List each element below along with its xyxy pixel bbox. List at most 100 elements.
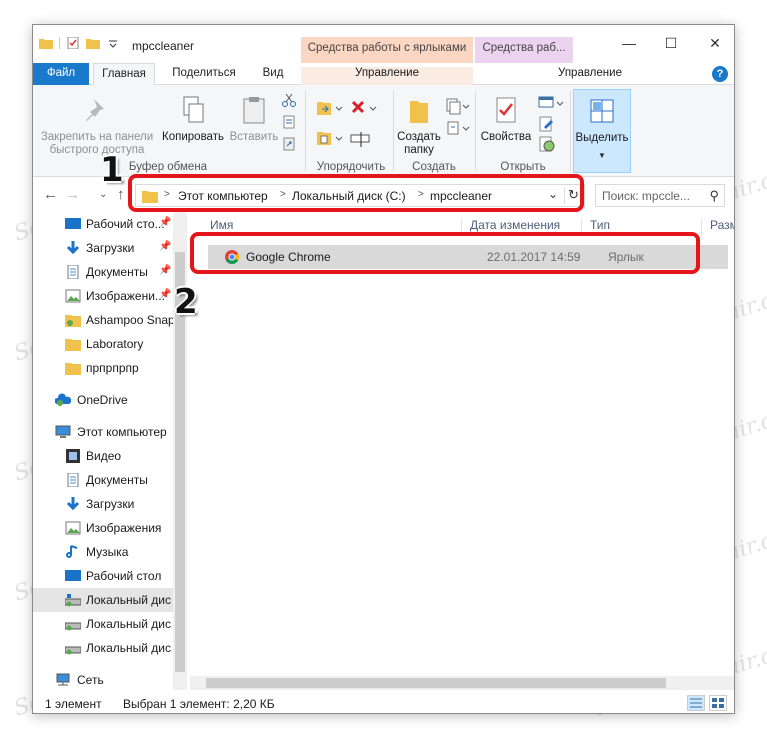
tab-file[interactable]: Файл	[33, 63, 89, 85]
nav-item-music[interactable]: Музыка	[33, 540, 173, 564]
downloads-icon	[66, 497, 80, 511]
nav-item-this-pc[interactable]: Этот компьютер	[33, 420, 173, 444]
forward-arrow-icon[interactable]: →	[65, 186, 80, 203]
nav-item-network[interactable]: Сеть	[33, 668, 173, 692]
new-folder-icon[interactable]	[86, 37, 100, 49]
nav-item-local-disk-c[interactable]: Локальный дис	[33, 588, 173, 612]
select-icon	[590, 99, 614, 123]
search-input[interactable]: Поиск: mpccle... ⚲	[595, 184, 725, 207]
nav-item-downloads[interactable]: Загрузки	[33, 492, 173, 516]
help-icon[interactable]: ?	[712, 66, 728, 82]
drive-icon	[65, 646, 81, 655]
nav-item-documents-pinned[interactable]: Документы 📌	[33, 260, 173, 284]
rename-icon[interactable]	[349, 129, 373, 147]
minimize-button[interactable]: —	[613, 35, 645, 55]
pin-icon[interactable]: 📌	[159, 289, 171, 300]
pin-icon[interactable]: 📌	[159, 265, 171, 276]
tab-manage-other[interactable]: Управление	[475, 67, 705, 79]
properties-icon[interactable]	[66, 37, 80, 49]
group-organize-label: Упорядочить	[316, 161, 386, 173]
drive-icon	[65, 594, 81, 607]
tab-share[interactable]: Поделиться	[165, 63, 243, 85]
nav-item-desktop[interactable]: Рабочий стол	[33, 564, 173, 588]
paste-shortcut-icon[interactable]	[281, 137, 297, 151]
copy-button[interactable]: Копировать	[157, 95, 229, 144]
group-open-label: Открыть	[500, 161, 546, 173]
nav-item-pictures-pinned[interactable]: Изображени... 📌	[33, 284, 173, 308]
status-bar: 1 элемент Выбран 1 элемент: 2,20 КБ	[33, 691, 734, 713]
group-separator	[475, 91, 476, 171]
content-horizontal-scrollbar[interactable]	[190, 676, 734, 690]
tab-view[interactable]: Вид	[253, 63, 293, 85]
edit-icon[interactable]	[537, 115, 557, 133]
large-icons-view-button[interactable]	[709, 695, 727, 711]
annotation-number-1: 1	[100, 150, 124, 190]
nav-item-video[interactable]: Видео	[33, 444, 173, 468]
group-separator	[305, 91, 306, 171]
desktop-icon	[65, 218, 81, 229]
open-icon[interactable]	[537, 95, 565, 113]
drive-icon	[65, 622, 81, 631]
nav-item-prprprpr[interactable]: прпрпрпр	[33, 356, 173, 380]
folder-icon	[65, 315, 81, 327]
pin-quick-access-button[interactable]: Закрепить на панели быстрого доступа	[37, 95, 157, 157]
search-icon[interactable]: ⚲	[709, 188, 719, 204]
nav-item-local-disk-2[interactable]: Локальный дис	[33, 612, 173, 636]
item-count: 1 элемент	[45, 697, 102, 711]
nav-item-onedrive[interactable]: OneDrive	[33, 388, 173, 412]
properties-button[interactable]: Свойства	[477, 95, 535, 144]
documents-icon	[67, 265, 79, 279]
downloads-icon	[66, 241, 80, 255]
select-button[interactable]: Выделить ▼	[573, 89, 631, 173]
nav-item-pictures[interactable]: Изображения	[33, 516, 173, 540]
network-icon	[56, 673, 70, 686]
new-folder-icon	[410, 101, 428, 123]
close-button[interactable]: ✕	[699, 35, 731, 55]
nav-item-desktop-pinned[interactable]: Рабочий сто... 📌	[33, 212, 173, 236]
nav-item-local-disk-3[interactable]: Локальный дис	[33, 636, 173, 660]
delete-icon[interactable]	[349, 99, 379, 117]
details-view-button[interactable]	[687, 695, 705, 711]
copy-to-icon[interactable]	[315, 129, 345, 147]
column-header-size[interactable]: Разм	[702, 218, 734, 236]
scrollbar-thumb[interactable]	[206, 678, 666, 688]
music-icon	[66, 545, 78, 558]
details-view-icon	[690, 698, 702, 708]
cut-icon[interactable]	[281, 93, 297, 107]
tab-manage-shortcut[interactable]: Управление	[301, 67, 473, 85]
history-icon[interactable]	[537, 135, 557, 153]
nav-item-ashampoo[interactable]: Ashampoo Snap	[33, 308, 173, 332]
pin-icon[interactable]: 📌	[159, 241, 171, 252]
group-create-label: Создать	[412, 161, 456, 173]
move-to-icon[interactable]	[315, 99, 345, 117]
pin-icon[interactable]: 📌	[159, 217, 171, 228]
chevron-down-icon[interactable]	[106, 37, 120, 49]
group-separator	[570, 91, 571, 171]
easy-access-icon[interactable]	[445, 119, 471, 137]
new-item-icon[interactable]	[445, 97, 471, 115]
chevron-down-icon: ▼	[598, 151, 606, 160]
pin-icon	[86, 99, 104, 121]
documents-icon	[67, 473, 79, 487]
navigation-pane: Рабочий сто... 📌 Загрузки 📌 Документы 📌 Изо…	[33, 212, 188, 690]
back-arrow-icon[interactable]: ←	[43, 186, 58, 203]
new-folder-button[interactable]: Создать папку	[395, 95, 443, 157]
copy-path-icon[interactable]	[281, 115, 297, 129]
folder-icon[interactable]	[39, 37, 53, 49]
maximize-button[interactable]: ☐	[655, 35, 687, 55]
file-list: Имя Дата изменения Тип Разм Google Chrom…	[190, 212, 734, 690]
nav-item-documents[interactable]: Документы	[33, 468, 173, 492]
video-icon	[66, 449, 80, 463]
context-tab-shortcut-tools: Средства работы с ярлыками	[301, 37, 473, 63]
nav-item-laboratory[interactable]: Laboratory	[33, 332, 173, 356]
quick-access-toolbar	[39, 37, 120, 49]
ribbon-tabs: Файл Главная Поделиться Вид Управление У…	[33, 63, 734, 86]
paste-button[interactable]: Вставить	[227, 95, 281, 144]
recent-locations-chevron-icon[interactable]: ⌄	[99, 189, 107, 200]
highlight-file-row	[190, 232, 700, 274]
onedrive-icon	[55, 393, 71, 406]
folder-icon	[65, 363, 81, 375]
folder-icon	[65, 339, 81, 351]
nav-item-downloads-pinned[interactable]: Загрузки 📌	[33, 236, 173, 260]
tab-home[interactable]: Главная	[93, 63, 155, 86]
